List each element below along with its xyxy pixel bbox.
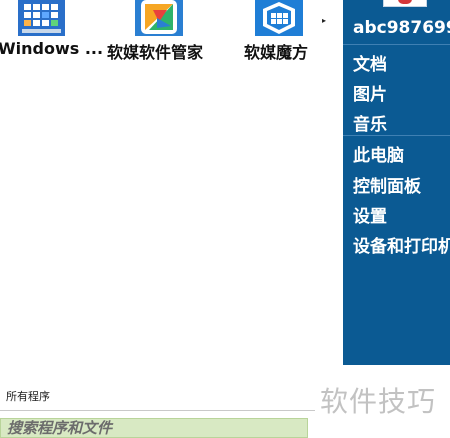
menu-item-this-pc[interactable]: 此电脑 (353, 141, 404, 166)
tile-label-ruanmei-mofang: 软媒魔方 (244, 43, 309, 62)
separator (343, 44, 450, 45)
watermark-text: 软件技巧 (320, 385, 437, 418)
menu-item-control-panel[interactable]: 控制面板 (353, 172, 421, 197)
search-placeholder: 搜索程序和文件 (7, 419, 113, 437)
menu-item-settings[interactable]: 设置 (353, 202, 387, 227)
menu-item-documents[interactable]: 文档 (353, 50, 387, 75)
menu-item-devices-printers[interactable]: 设备和打印机 (353, 232, 450, 257)
search-input[interactable]: 搜索程序和文件 (0, 418, 308, 438)
all-programs-label: 所有程序 (6, 390, 50, 403)
expand-arrow-icon[interactable]: ▸ (322, 16, 326, 25)
tile-label-ruanmei-software-manager: 软媒软件管家 (107, 43, 204, 62)
separator (343, 135, 450, 136)
user-avatar[interactable] (383, 0, 427, 7)
tile-label-windows: Windows ... (0, 39, 104, 58)
menu-item-music[interactable]: 音乐 (353, 110, 387, 135)
ruanmei-mofang-icon (255, 0, 303, 36)
start-menu-right-panel: abc987699 文档 图片 音乐 此电脑 控制面板 设置 设备和打印机 (343, 0, 450, 365)
ruanmei-software-manager-icon (135, 0, 183, 36)
user-name[interactable]: abc987699 (353, 18, 450, 38)
all-programs-button[interactable]: 所有程序 (0, 380, 315, 411)
menu-item-pictures[interactable]: 图片 (353, 80, 387, 105)
windows-tile-icon (18, 0, 65, 36)
pinned-apps-area: Windows ... 软媒软件管家 软媒魔方 ▸ (0, 0, 336, 370)
